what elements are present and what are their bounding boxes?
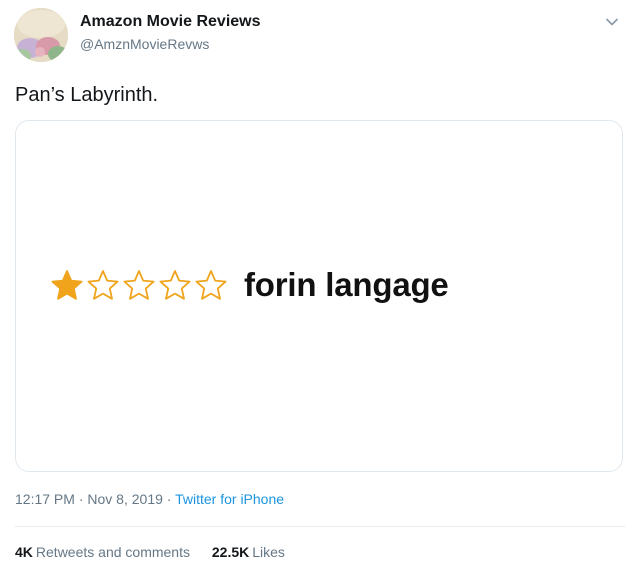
likes-count: 22.5K xyxy=(211,544,250,560)
retweets-stat[interactable]: 4K Retweets and comments xyxy=(15,544,190,560)
review-image-card[interactable]: forin langage xyxy=(15,120,623,472)
chevron-down-icon[interactable] xyxy=(604,14,620,30)
star-empty-icon xyxy=(195,270,227,300)
review-title: forin langage xyxy=(244,266,449,303)
tweet-stats: 4K Retweets and comments 22.5K Likes xyxy=(15,544,303,560)
review-snippet: forin langage xyxy=(50,266,449,304)
author-handle[interactable]: @AmznMovieRevws xyxy=(80,36,209,52)
tweet-text: Pan’s Labyrinth. xyxy=(15,84,159,106)
tweet-meta: 12:17 PM · Nov 8, 2019 · Twitter for iPh… xyxy=(15,491,284,507)
meta-separator: · xyxy=(166,491,172,507)
tweet-time[interactable]: 12:17 PM xyxy=(15,491,75,507)
star-empty-icon xyxy=(159,270,191,300)
likes-label: Likes xyxy=(252,544,285,560)
avatar[interactable] xyxy=(14,8,68,62)
meta-separator: · xyxy=(78,491,84,507)
tweet-source-link[interactable]: Twitter for iPhone xyxy=(175,491,284,507)
divider xyxy=(15,526,625,527)
retweets-count: 4K xyxy=(15,544,33,560)
author-name[interactable]: Amazon Movie Reviews xyxy=(80,13,261,31)
star-filled-icon xyxy=(51,270,83,300)
star-empty-icon xyxy=(123,270,155,300)
tweet: Amazon Movie Reviews @AmznMovieRevws Pan… xyxy=(0,0,640,578)
tweet-date[interactable]: Nov 8, 2019 xyxy=(87,491,163,507)
likes-stat[interactable]: 22.5K Likes xyxy=(212,544,285,560)
star-empty-icon xyxy=(87,270,119,300)
retweets-label: Retweets and comments xyxy=(35,544,190,560)
star-rating xyxy=(50,269,230,301)
